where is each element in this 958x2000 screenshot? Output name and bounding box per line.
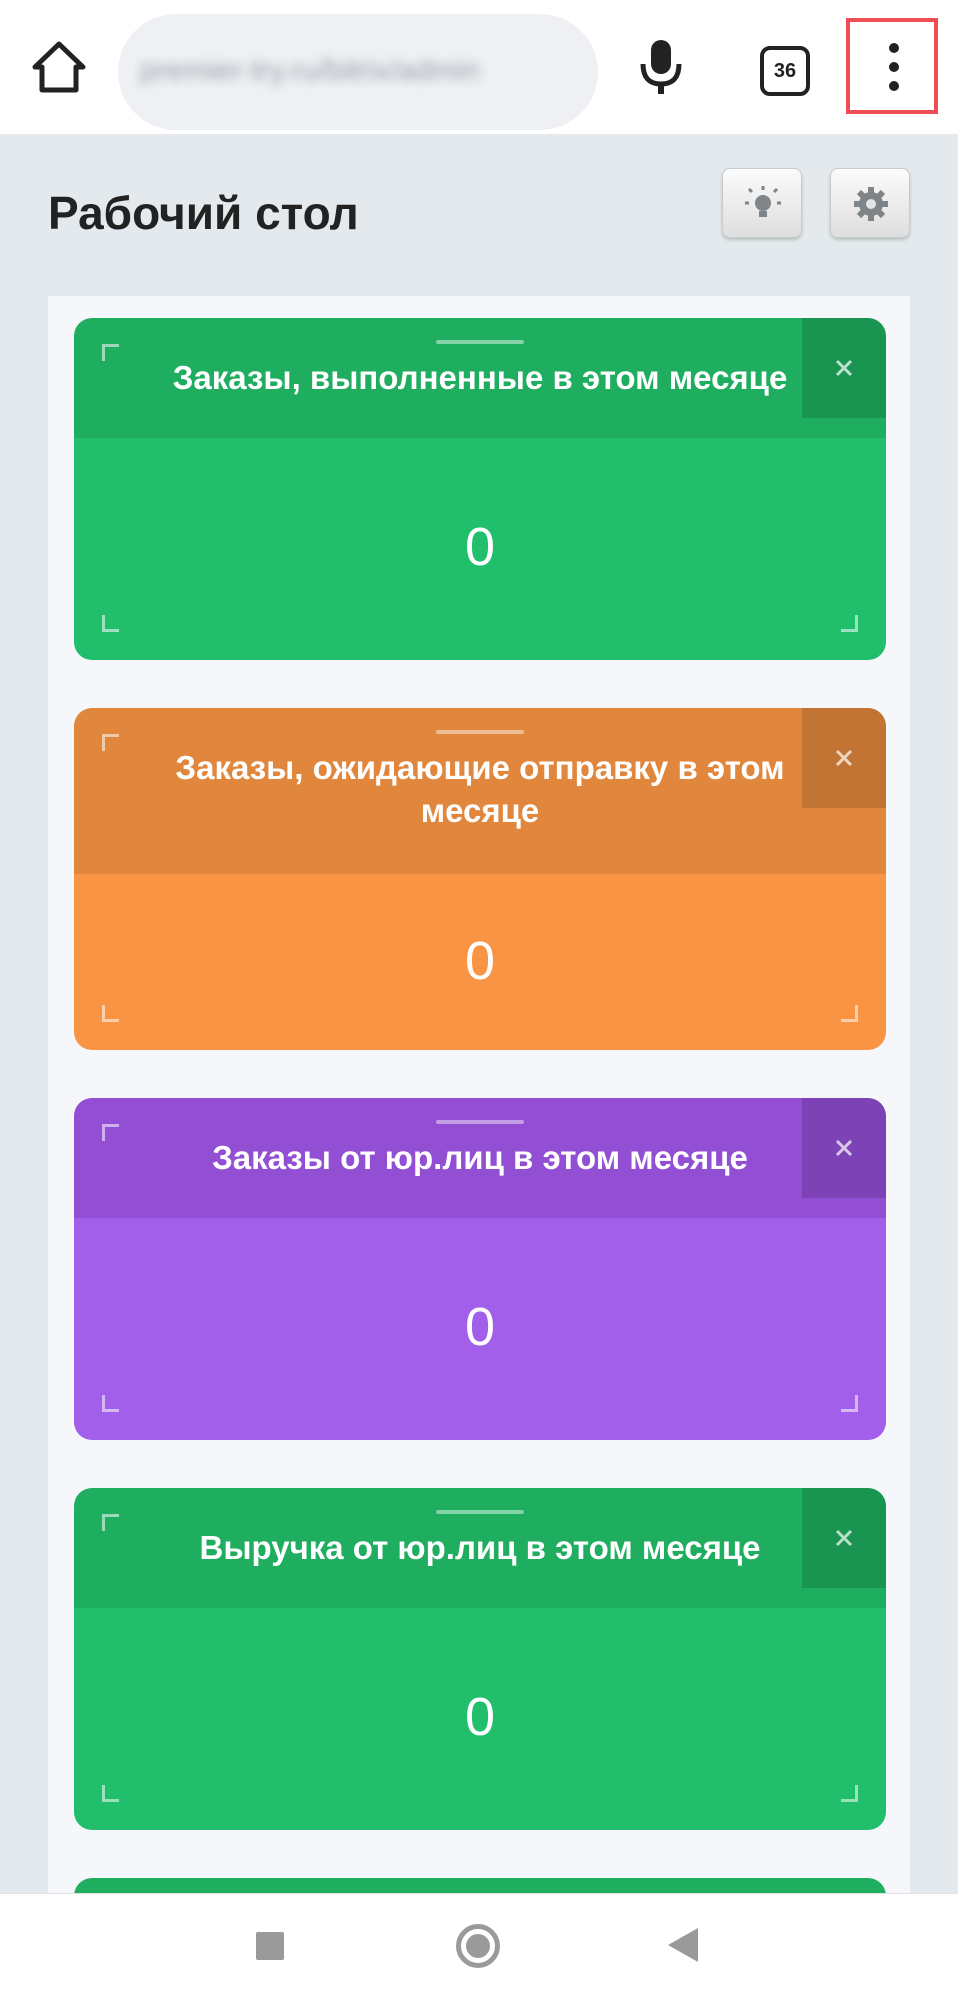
drag-handle[interactable]	[436, 1510, 524, 1514]
widget-value: 0	[464, 931, 496, 991]
widget-body: 0	[74, 438, 886, 660]
widget-pending-orders[interactable]: Заказы, ожидающие отправку в этом месяце…	[74, 708, 886, 1050]
page-title: Рабочий стол	[48, 187, 359, 239]
widget-value: 0	[464, 1297, 496, 1357]
close-icon	[835, 359, 853, 377]
corner-mark	[102, 1395, 119, 1412]
close-icon	[835, 1529, 853, 1547]
drag-handle[interactable]	[436, 340, 524, 344]
corner-mark	[102, 734, 119, 751]
widget-header[interactable]: Выручка от юр.лиц в этом месяце	[74, 1488, 886, 1608]
widget-body: 0	[74, 1608, 886, 1830]
widget-title: Заказы, ожидающие отправку в этом месяце	[175, 749, 785, 829]
widget-header[interactable]: Заказы, ожидающие отправку в этом месяце	[74, 708, 886, 874]
widget-completed-orders[interactable]: Заказы, выполненные в этом месяце 0	[74, 318, 886, 660]
more-vert-icon	[889, 43, 899, 91]
widget-close-button[interactable]	[802, 708, 886, 808]
resize-handle[interactable]	[841, 1005, 858, 1022]
lightbulb-icon	[745, 186, 781, 217]
browser-toolbar: premier-try.ru/bitrix/admin 36	[0, 0, 958, 134]
widget-legal-entity-revenue[interactable]: Выручка от юр.лиц в этом месяце 0	[74, 1488, 886, 1830]
widget-body: 0	[74, 1218, 886, 1440]
drag-handle[interactable]	[436, 1120, 524, 1124]
corner-mark	[102, 1785, 119, 1802]
gear-icon	[854, 187, 888, 221]
resize-handle[interactable]	[841, 615, 858, 632]
widget-close-button[interactable]	[802, 318, 886, 418]
widget-value: 0	[464, 517, 496, 577]
corner-mark	[102, 1514, 119, 1531]
browser-menu-button[interactable]	[846, 18, 938, 114]
dashboard-panel: Заказы, выполненные в этом месяце 0 Зака…	[48, 296, 910, 1999]
widget-header[interactable]: Заказы от юр.лиц в этом месяце	[74, 1098, 886, 1218]
widget-close-button[interactable]	[802, 1098, 886, 1198]
settings-button[interactable]	[830, 168, 910, 238]
tab-counter-button[interactable]: 36	[760, 46, 810, 96]
widget-close-button[interactable]	[802, 1488, 886, 1588]
close-icon	[835, 1139, 853, 1157]
corner-mark	[102, 344, 119, 361]
widget-value: 0	[464, 1687, 496, 1747]
widget-title: Выручка от юр.лиц в этом месяце	[199, 1529, 761, 1566]
back-button[interactable]	[668, 1928, 698, 1962]
corner-mark	[102, 1005, 119, 1022]
home-icon[interactable]	[30, 38, 88, 96]
system-navigation-bar	[0, 1893, 958, 2000]
address-bar-url: premier-try.ru/bitrix/admin	[140, 54, 480, 87]
resize-handle[interactable]	[841, 1395, 858, 1412]
corner-mark	[102, 615, 119, 632]
theme-button[interactable]	[722, 168, 802, 238]
address-bar[interactable]: premier-try.ru/bitrix/admin	[118, 14, 598, 130]
resize-handle[interactable]	[841, 1785, 858, 1802]
home-button[interactable]	[456, 1924, 500, 1968]
mic-icon[interactable]	[636, 38, 686, 96]
drag-handle[interactable]	[436, 730, 524, 734]
widget-title: Заказы, выполненные в этом месяце	[172, 359, 788, 396]
corner-mark	[102, 1124, 119, 1141]
widget-body: 0	[74, 874, 886, 1050]
close-icon	[835, 749, 853, 767]
recent-apps-button[interactable]	[256, 1932, 284, 1960]
tab-count: 36	[773, 60, 797, 82]
widget-title: Заказы от юр.лиц в этом месяце	[212, 1139, 748, 1176]
widget-legal-entity-orders[interactable]: Заказы от юр.лиц в этом месяце 0	[74, 1098, 886, 1440]
widget-header[interactable]: Заказы, выполненные в этом месяце	[74, 318, 886, 438]
